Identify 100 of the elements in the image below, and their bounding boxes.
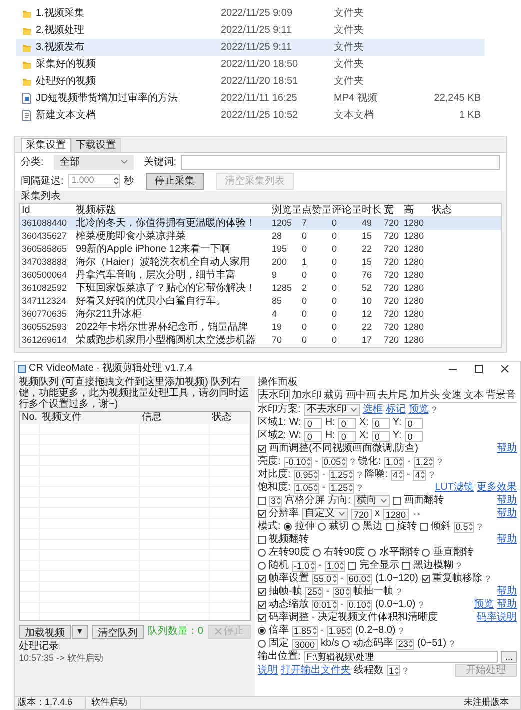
input-field[interactable]: 0 bbox=[404, 418, 423, 428]
input-field[interactable]: 1280 bbox=[383, 508, 410, 520]
checkbox[interactable] bbox=[392, 497, 401, 505]
tab[interactable]: 背景音 bbox=[486, 389, 516, 402]
table-row[interactable]: 360770635 海尔211升冰柜 4 0 0 12 720 1280 bbox=[20, 308, 501, 321]
spinner-field[interactable]: 0.10 bbox=[346, 600, 372, 610]
checkbox[interactable] bbox=[258, 588, 266, 596]
table-row[interactable]: 361082592 下班回家饭菜凉了？贴心的它帮你解决！ 1285 2 0 52 720 1280 bbox=[20, 282, 501, 295]
input-field[interactable]: 3000 bbox=[292, 638, 318, 650]
radio-button[interactable] bbox=[313, 549, 322, 557]
load-video-button[interactable]: 加载视频 bbox=[19, 624, 71, 638]
clear-queue-button[interactable]: 清空队列 bbox=[92, 624, 144, 638]
radio-button[interactable] bbox=[342, 640, 350, 648]
browse-button[interactable]: ... bbox=[501, 651, 517, 663]
radio-button[interactable] bbox=[422, 549, 430, 557]
radio-button[interactable] bbox=[258, 549, 266, 557]
radio-button[interactable] bbox=[352, 523, 360, 531]
checkbox[interactable] bbox=[420, 523, 428, 531]
dropdown-select[interactable]: 不去水印 bbox=[304, 404, 360, 416]
checkbox[interactable] bbox=[258, 575, 266, 583]
dropdown-select[interactable]: 自定义 bbox=[302, 508, 348, 520]
spinner-field[interactable]: 0.01 bbox=[312, 600, 338, 610]
interval-spinner[interactable]: 1.000 bbox=[68, 174, 120, 188]
link[interactable]: LUT滤镜 bbox=[435, 482, 474, 494]
tab[interactable]: 采集设置 bbox=[21, 138, 71, 152]
checkbox[interactable] bbox=[258, 497, 266, 505]
link[interactable]: 打开输出文件夹 bbox=[281, 664, 351, 676]
radio-button[interactable] bbox=[258, 562, 266, 570]
link[interactable]: 帮助 bbox=[497, 443, 517, 455]
spinner-field[interactable]: 1.25 bbox=[328, 470, 354, 480]
link[interactable]: 帮助 bbox=[497, 534, 517, 546]
link[interactable]: 标记 bbox=[386, 404, 406, 416]
spinner-field[interactable]: 1.85 bbox=[292, 626, 318, 636]
checkbox[interactable] bbox=[258, 614, 266, 622]
link[interactable]: 帮助 bbox=[497, 586, 517, 598]
file-row[interactable]: 1.视频采集 2022/11/25 9:09 文件夹 bbox=[16, 5, 485, 22]
tab[interactable]: 加水印 bbox=[292, 389, 322, 402]
spinner-field[interactable]: 55.0 bbox=[312, 574, 338, 584]
tab[interactable]: 变速 bbox=[442, 389, 462, 402]
link[interactable]: 帮助 bbox=[497, 508, 517, 520]
table-row[interactable]: 361269614 荣威跑步机家用小型椭圆机太空漫步机器 70 0 0 17 720 1280 bbox=[20, 334, 501, 347]
tab[interactable]: 加片头 bbox=[410, 389, 440, 402]
spinner-field[interactable]: 30 bbox=[332, 586, 351, 598]
spinner-field[interactable]: 0.5 bbox=[454, 522, 474, 532]
spinner-field[interactable]: 3 bbox=[269, 496, 282, 506]
tab[interactable]: 画中画 bbox=[346, 389, 376, 402]
radio-button[interactable] bbox=[284, 523, 292, 531]
keyword-field[interactable] bbox=[180, 154, 500, 170]
tab[interactable]: 去片尾 bbox=[378, 389, 408, 402]
radio-button[interactable] bbox=[258, 627, 266, 635]
checkbox[interactable] bbox=[258, 445, 266, 453]
tab[interactable]: 下载设置 bbox=[71, 138, 121, 152]
checkbox[interactable] bbox=[258, 510, 266, 518]
link[interactable]: 说明 bbox=[258, 664, 278, 676]
spinner-field[interactable]: 23 bbox=[396, 638, 414, 650]
checkbox[interactable] bbox=[422, 575, 430, 583]
radio-button[interactable] bbox=[318, 523, 326, 531]
link[interactable]: 预览 bbox=[408, 404, 429, 416]
table-row[interactable]: 360435627 榨菜梗脆即食小菜凉拌菜 28 0 0 15 720 1280 bbox=[20, 230, 501, 243]
link[interactable]: 选框 bbox=[362, 404, 383, 416]
spinner-field[interactable]: 1.2 bbox=[414, 456, 434, 468]
file-row[interactable]: 3.视频发布 2022/11/25 9:11 文件夹 bbox=[16, 39, 485, 56]
tab[interactable]: 文本 bbox=[464, 389, 484, 402]
checkbox[interactable] bbox=[258, 601, 266, 609]
spinner-field[interactable]: 60.0 bbox=[346, 574, 372, 584]
table-row[interactable]: 360552593 2022年卡塔尔世界杯纪念币，销量品牌 19 0 0 22 720 1280 bbox=[20, 321, 501, 334]
tab[interactable]: 去水印 bbox=[258, 389, 290, 402]
spinner-field[interactable]: 1.95 bbox=[326, 626, 352, 636]
file-row[interactable]: JD短视频带货增加过审率的方法 2022/11/11 16:25 MP4 视频 22,245 KB bbox=[16, 90, 485, 107]
input-field[interactable]: 0 bbox=[304, 418, 322, 428]
link[interactable]: 更多效果 bbox=[477, 482, 517, 494]
link[interactable]: 帮助 bbox=[497, 599, 517, 611]
input-field[interactable]: 0 bbox=[338, 430, 356, 442]
spinner-field[interactable]: 1.0 bbox=[384, 456, 404, 468]
radio-button[interactable] bbox=[258, 640, 266, 648]
spinner-field[interactable]: 1 bbox=[387, 665, 400, 676]
dropdown-select[interactable]: 横向 bbox=[354, 495, 390, 507]
spinner-field[interactable]: 0.05 bbox=[322, 456, 348, 468]
file-row[interactable]: 处理好的视频 2022/11/20 18:51 文件夹 bbox=[16, 73, 485, 90]
file-row[interactable]: 采集好的视频 2022/11/20 18:50 文件夹 bbox=[16, 56, 485, 73]
spinner-field[interactable]: 0.95 bbox=[294, 470, 320, 480]
spinner-field[interactable]: 1.25 bbox=[328, 482, 354, 494]
output-path-field[interactable]: F:\剪辑视频\处理 bbox=[304, 651, 498, 663]
input-field[interactable]: 0 bbox=[372, 418, 390, 428]
dropdown-button[interactable]: ▼ bbox=[72, 624, 88, 638]
link[interactable]: 预览 bbox=[474, 599, 494, 611]
table-row[interactable]: 360585865 99新的Apple iPhone 12来看一下啊 195 0 0 22 720 1280 bbox=[20, 243, 501, 256]
radio-button[interactable] bbox=[368, 549, 376, 557]
input-field[interactable]: 0 bbox=[404, 430, 423, 442]
input-field[interactable]: 0 bbox=[304, 430, 322, 442]
spinner-field[interactable]: 25 bbox=[305, 586, 324, 598]
table-row[interactable]: 347112324 好看又好骑的优贝小白鲨自行车。 85 0 0 10 720 1280 bbox=[20, 295, 501, 308]
table-row[interactable]: 361088440 北冷的冬天，你值得拥有更温暖的体验！ 1205 7 0 49 720 1280 bbox=[20, 217, 501, 230]
checkbox[interactable] bbox=[258, 536, 266, 544]
input-field[interactable]: 720 bbox=[351, 508, 372, 520]
file-row[interactable]: 新建文本文档 2022/11/25 10:52 文本文档 1 KB bbox=[16, 107, 485, 124]
file-row[interactable]: 2.视频处理 2022/11/25 9:11 文件夹 bbox=[16, 22, 485, 39]
action-button[interactable]: 停止采集 bbox=[146, 172, 204, 190]
link[interactable]: 码率说明 bbox=[477, 612, 517, 624]
checkbox[interactable] bbox=[348, 562, 356, 570]
